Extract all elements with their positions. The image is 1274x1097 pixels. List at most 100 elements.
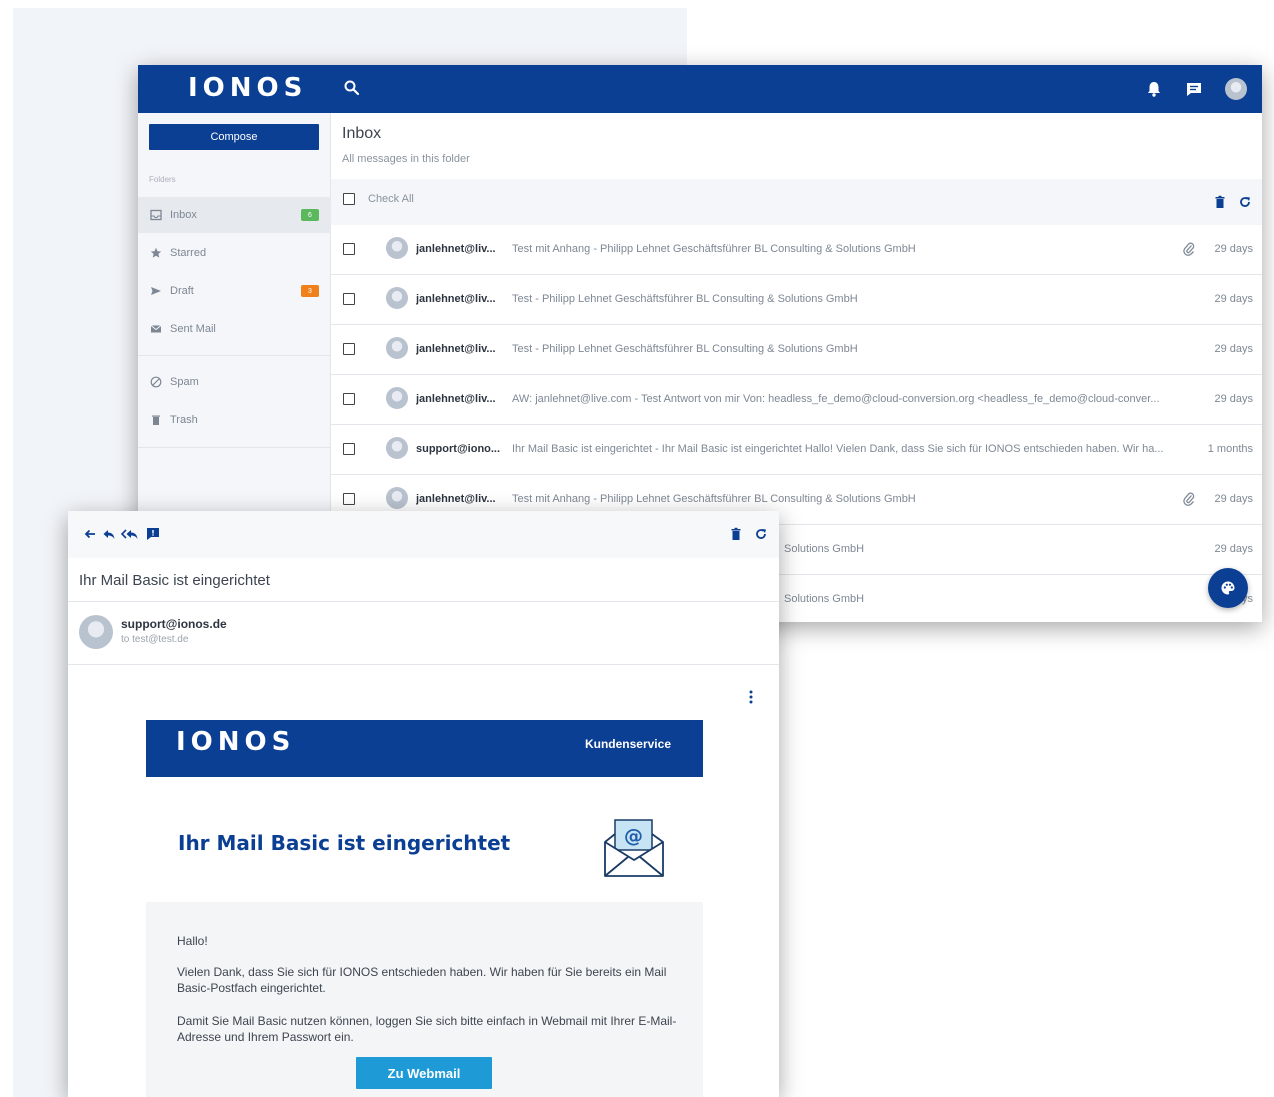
- message-date: 29 days: [1214, 293, 1253, 305]
- message-date: 1 months: [1207, 443, 1253, 455]
- sidebar-item-inbox[interactable]: Inbox 6: [138, 197, 331, 233]
- sidebar-item-starred[interactable]: Starred: [138, 235, 331, 271]
- message-row[interactable]: support@iono... Ihr Mail Basic ist einge…: [331, 425, 1262, 475]
- message-date: 29 days: [1214, 493, 1253, 505]
- refresh-icon[interactable]: [1238, 195, 1252, 209]
- sender-avatar: [386, 387, 408, 409]
- bell-icon[interactable]: [1144, 79, 1164, 99]
- sender-avatar: [386, 287, 408, 309]
- unread-count-badge: 6: [301, 209, 319, 221]
- message-subject-heading: Ihr Mail Basic ist eingerichtet: [79, 572, 270, 589]
- sender-avatar: [386, 337, 408, 359]
- reader-toolbar: [68, 511, 779, 558]
- folder-title: Inbox: [342, 125, 382, 142]
- sidebar-item-label: Spam: [170, 376, 199, 388]
- sidebar-item-sent-mail[interactable]: Sent Mail: [138, 311, 331, 347]
- svg-text:@: @: [624, 825, 643, 847]
- divider: [68, 601, 779, 602]
- draft-count-badge: 3: [301, 285, 319, 297]
- report-message-icon[interactable]: [146, 527, 160, 541]
- sender-address: support@ionos.de: [121, 617, 227, 631]
- trash-icon[interactable]: [1213, 195, 1227, 209]
- paperclip-icon: [1183, 242, 1195, 256]
- row-checkbox[interactable]: [343, 493, 355, 505]
- message-subject: Test mit Anhang - Philipp Lehnet Geschäf…: [512, 493, 916, 505]
- reply-all-icon[interactable]: [121, 527, 139, 541]
- sender-avatar: [79, 615, 113, 649]
- row-checkbox[interactable]: [343, 243, 355, 255]
- sidebar-item-label: Draft: [170, 285, 194, 297]
- row-checkbox[interactable]: [343, 293, 355, 305]
- sidebar-divider: [138, 447, 331, 448]
- sender-avatar: [386, 487, 408, 509]
- message-reader-window: Ihr Mail Basic ist eingerichtet support@…: [68, 511, 779, 1097]
- email-greeting: Hallo!: [177, 934, 208, 948]
- message-subject: Ihr Mail Basic ist eingerichtet - Ihr Ma…: [512, 443, 1164, 455]
- search-icon[interactable]: [343, 79, 361, 97]
- sidebar-item-label: Sent Mail: [170, 323, 216, 335]
- message-row[interactable]: janlehnet@liv... Test mit Anhang - Phili…: [331, 225, 1262, 275]
- theme-palette-button[interactable]: [1208, 568, 1248, 608]
- user-avatar[interactable]: [1225, 78, 1247, 100]
- top-bar: IONOS: [138, 65, 1262, 113]
- sender-avatar: [386, 437, 408, 459]
- divider: [68, 664, 779, 665]
- chat-icon[interactable]: [1184, 79, 1204, 99]
- paperclip-icon: [1183, 492, 1195, 506]
- more-options-icon[interactable]: [746, 689, 756, 705]
- email-content-box: Hallo! Vielen Dank, dass Sie sich für IO…: [146, 902, 703, 1097]
- message-row[interactable]: janlehnet@liv... Test - Philipp Lehnet G…: [331, 275, 1262, 325]
- send-icon: [151, 287, 161, 295]
- trash-icon[interactable]: [729, 527, 743, 541]
- message-date: 29 days: [1214, 393, 1253, 405]
- kundenservice-link[interactable]: Kundenservice: [585, 737, 671, 751]
- sidebar-item-label: Trash: [170, 414, 198, 426]
- ionos-logo[interactable]: IONOS: [188, 73, 307, 103]
- sidebar-item-label: Inbox: [170, 209, 197, 221]
- palette-icon: [1221, 581, 1235, 595]
- row-checkbox[interactable]: [343, 343, 355, 355]
- webmail-button[interactable]: Zu Webmail: [356, 1057, 492, 1089]
- sidebar-item-trash[interactable]: Trash: [138, 402, 331, 438]
- trash-icon: [152, 415, 160, 425]
- check-all-label: Check All: [368, 193, 414, 205]
- message-subject: Solutions GmbH: [784, 543, 865, 555]
- sidebar-item-draft[interactable]: Draft 3: [138, 273, 331, 309]
- message-row[interactable]: janlehnet@liv... Test - Philipp Lehnet G…: [331, 325, 1262, 375]
- list-toolbar: Check All: [331, 179, 1262, 225]
- back-arrow-icon[interactable]: [83, 527, 97, 541]
- compose-button[interactable]: Compose: [149, 124, 319, 150]
- envelope-at-icon: @: [604, 819, 664, 877]
- refresh-icon[interactable]: [754, 527, 768, 541]
- folders-heading: Folders: [149, 175, 176, 184]
- reply-icon[interactable]: [102, 527, 116, 541]
- sender-name: support@iono...: [416, 443, 501, 455]
- ionos-logo: IONOS: [176, 727, 296, 757]
- message-date: 29 days: [1214, 543, 1253, 555]
- message-date: 29 days: [1214, 243, 1253, 255]
- message-subject: Test - Philipp Lehnet Geschäftsführer BL…: [512, 293, 858, 305]
- email-banner: IONOS Kundenservice: [146, 720, 703, 777]
- recipient-address: to test@test.de: [121, 634, 189, 645]
- sender-name: janlehnet@liv...: [416, 343, 496, 355]
- row-checkbox[interactable]: [343, 443, 355, 455]
- sender-avatar: [386, 237, 408, 259]
- row-checkbox[interactable]: [343, 393, 355, 405]
- sidebar-divider: [138, 355, 331, 356]
- star-icon: [150, 247, 162, 258]
- sidebar-item-spam[interactable]: Spam: [138, 364, 331, 400]
- message-subject: Test mit Anhang - Philipp Lehnet Geschäf…: [512, 243, 916, 255]
- sender-name: janlehnet@liv...: [416, 493, 496, 505]
- sender-name: janlehnet@liv...: [416, 243, 496, 255]
- envelope-icon: [150, 325, 162, 333]
- email-paragraph: Vielen Dank, dass Sie sich für IONOS ent…: [177, 965, 667, 995]
- email-headline: Ihr Mail Basic ist eingerichtet: [178, 831, 511, 855]
- message-subject: Solutions GmbH: [784, 593, 865, 605]
- inbox-icon: [150, 209, 162, 221]
- sender-name: janlehnet@liv...: [416, 393, 496, 405]
- message-row[interactable]: janlehnet@liv... AW: janlehnet@live.com …: [331, 375, 1262, 425]
- sidebar-item-label: Starred: [170, 247, 207, 259]
- message-date: 29 days: [1214, 343, 1253, 355]
- check-all-checkbox[interactable]: [343, 193, 355, 205]
- email-paragraph: Damit Sie Mail Basic nutzen können, logg…: [177, 1014, 677, 1044]
